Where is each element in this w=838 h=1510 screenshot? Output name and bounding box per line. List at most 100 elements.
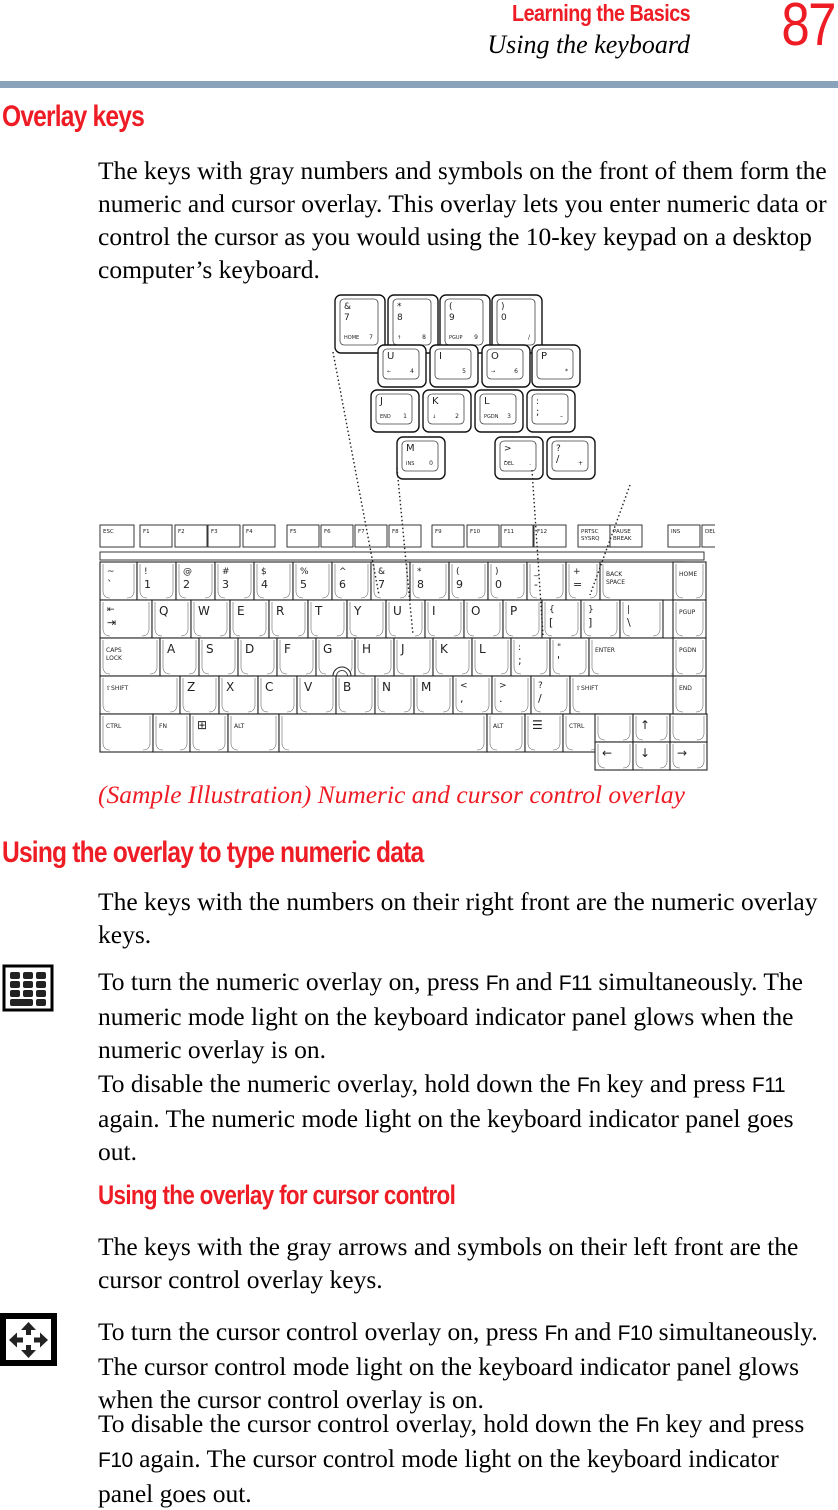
keyboard-svg: &7HOME 7*8↑ 8(9PGUP 9)0/U← 4I5O→ 6P*JEND 1K↓ 2L… [99,294,735,771]
text: To disable the cursor control overlay, h… [98,1409,636,1438]
text: To disable the numeric overlay, hold dow… [98,1069,577,1098]
key-10: )0 [487,561,528,601]
fkey-f5: F5 [286,524,320,548]
overlay-key-0: )0/ [491,294,543,354]
key-legend-numeric: 2 [455,413,459,420]
key-legend: + [573,567,581,577]
key-13: BACKSPACE [599,561,685,601]
key-legend: CAPS [106,647,122,654]
key-legend: HOME [679,571,697,578]
key-b-3: ALT [227,713,280,753]
key-legend: S [206,642,214,656]
key-1: !1 [136,561,177,601]
key-h-2: S [198,637,239,677]
key-legend-numeric: 0 [429,460,433,467]
fkey-f11: F11 [500,524,534,548]
key-legend: END [679,685,692,692]
key-legend: FN [159,723,167,730]
key-legend-numeric: 4 [410,368,414,375]
key-nav-pgup: PGUP [672,599,707,639]
heading-overlay-keys: Overlay keys [2,100,145,133]
key-legend: 7 [378,578,385,591]
key-f11: F11 [558,972,593,995]
overlay-key-p: P* [531,344,581,388]
fkey-label: F2 [178,529,185,535]
key-h-0: CAPSLOCK [99,637,161,677]
key-legend: F [284,642,291,656]
fkey-label: F3 [211,529,218,535]
key-legend: ← [602,746,612,760]
key-q-4: R [268,599,309,639]
key-q-7: U [385,599,426,639]
fkey-f7: F7 [354,524,388,548]
key-legend: ~ [107,567,115,577]
key-legend-main: I [439,351,442,362]
key-legend-numeric: 8 [422,334,426,341]
key-legend-cursor: PGDN [484,414,499,420]
key-legend: ↓ [640,746,650,760]
key-legend: * [417,567,422,577]
key-legend: : [518,643,521,653]
key-fn: Fn [544,1322,568,1345]
key-legend: ` [107,578,113,591]
key-legend-cursor: INS [406,461,414,467]
key-legend-cursor: PGUP [449,335,463,341]
fkey-label: F8 [392,529,399,535]
figure-caption: (Sample Illustration) Numeric and cursor… [98,780,685,809]
key-legend: ALT [493,723,504,730]
key-6: ^6 [331,561,372,601]
key-legend: 0 [495,578,502,591]
key-12: += [565,561,601,601]
key-fn: Fn [485,972,510,995]
key-legend: P [510,604,517,618]
key-b-5: ALT [486,713,526,753]
key-blank [594,713,634,743]
key-legend: U [393,604,402,618]
fkey-label: F10 [470,529,481,535]
key-q-11: {[ [541,599,582,639]
text: key and press [600,1069,752,1098]
key-legend: 1 [144,578,151,591]
key-legend: # [222,567,230,577]
overlay-key-9: (9 PGUP 9 [439,294,491,354]
key-legend-top: ( [449,302,453,312]
key-legend: X [226,680,234,694]
key-s-11: ⇧SHIFT [569,675,689,715]
key-legend: B [343,680,351,694]
key-legend: ' [557,654,560,667]
key-legend: < [460,681,468,691]
key-legend-numeric: 9 [474,334,478,341]
overlay-intro-paragraph: The keys with gray numbers and symbols o… [98,156,827,284]
key-s-8: <, [452,675,493,715]
key-q-13: |\ [619,599,664,639]
key-q-5: T [307,599,348,639]
key-legend-cursor: ↑ [397,335,401,341]
key-0: ~` [99,561,138,601]
key-legend: $ [261,567,267,577]
key-legend: A [167,642,176,656]
key-h-7: J [393,637,434,677]
fkey-label: F5 [290,529,297,535]
key-11: _- [526,561,567,601]
key-q-9: O [463,599,504,639]
key-legend: T [314,604,323,618]
key-legend-main: L [484,396,490,407]
fkey-f4: F4 [242,524,276,548]
key-s-10: ?/ [530,675,571,715]
text: key and press [659,1409,805,1438]
key-legend-top: : [536,397,539,407]
key-legend-top: ) [501,302,505,312]
fkey-f2: F2 [174,524,208,548]
key-arrow-right: → [669,741,708,771]
key-4: $4 [253,561,294,601]
numeric-off-paragraph: To disable the numeric overlay, hold dow… [98,1067,833,1168]
key-legend-cursor: END [380,414,391,420]
key-legend-cursor: ← [387,369,391,375]
fkey-esc: ESC [99,524,135,548]
fkey-label: INS [671,529,681,535]
key-legend-main: 0 [501,313,507,323]
header-rule [0,81,838,88]
key-legend: Z [187,680,195,694]
key-q-6: Y [346,599,387,639]
key-legend: ( [456,567,460,577]
